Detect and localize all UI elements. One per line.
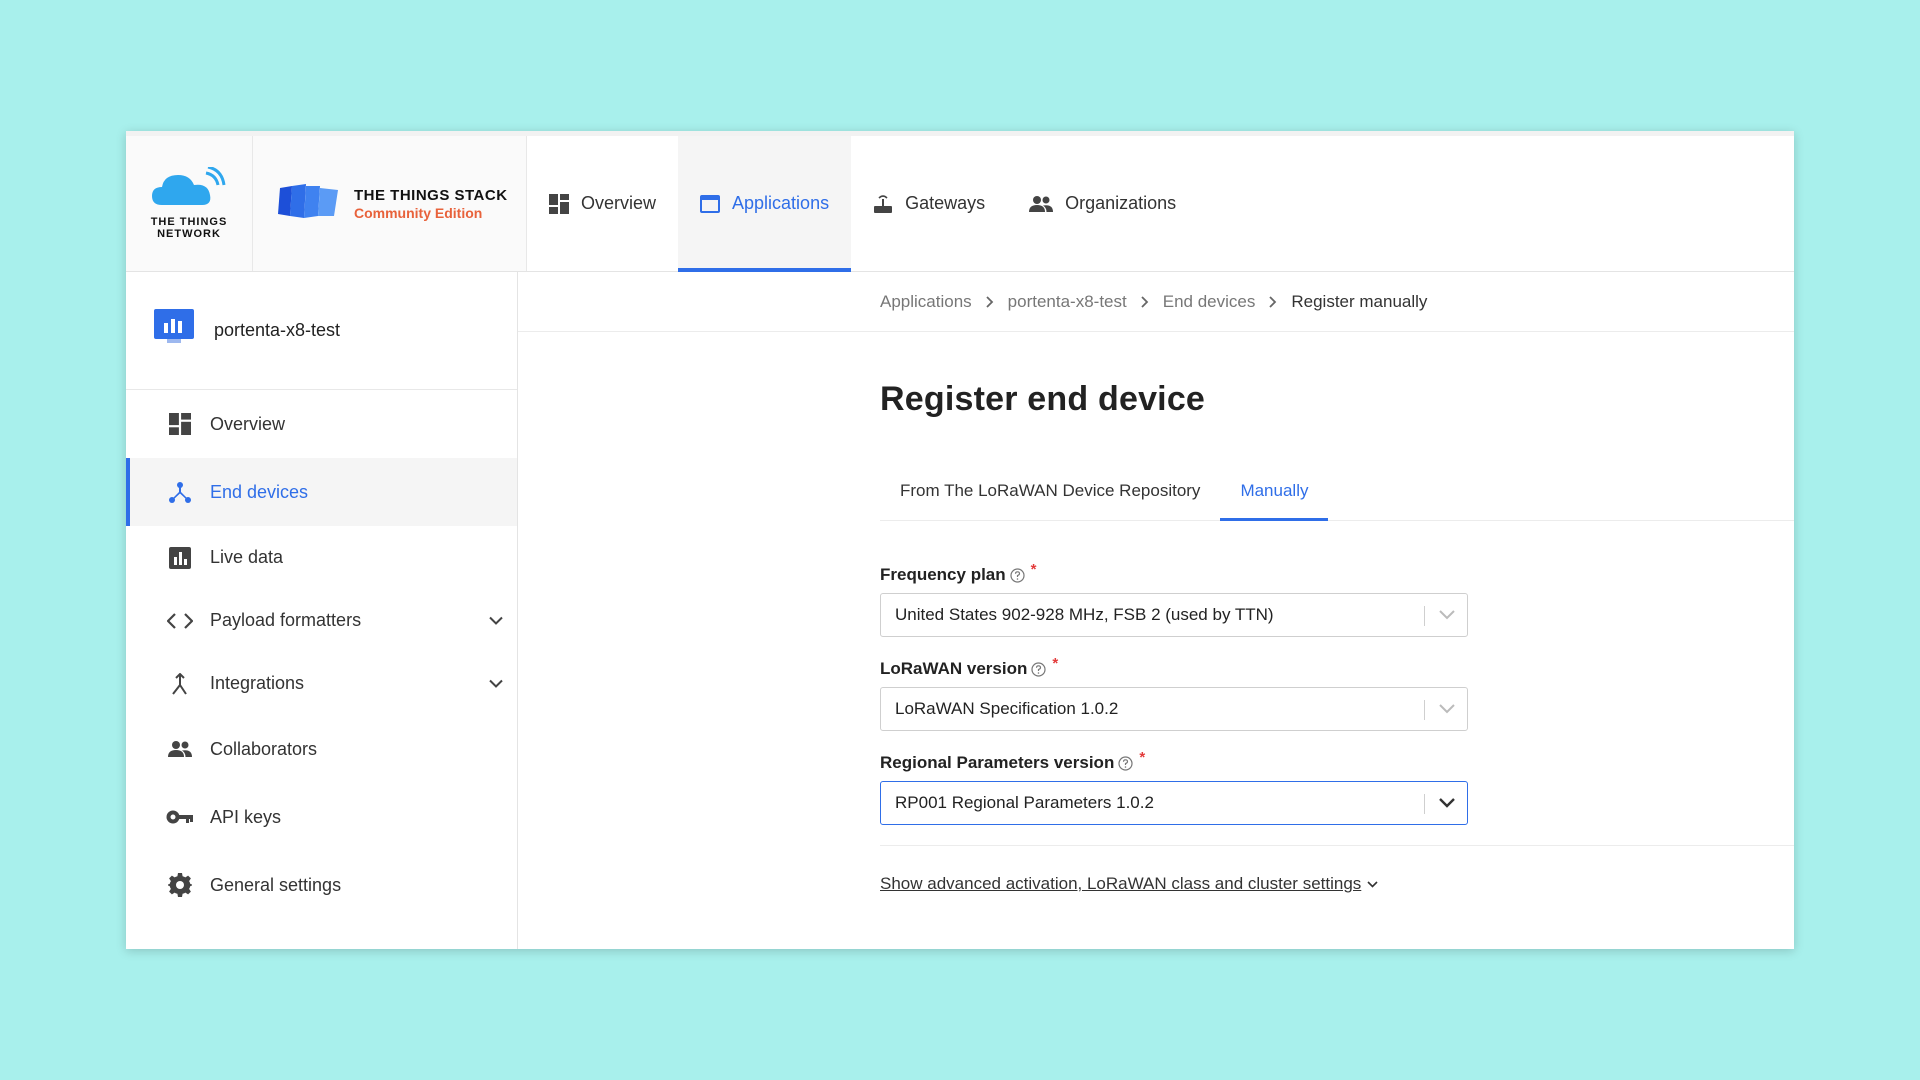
breadcrumb-end-devices[interactable]: End devices bbox=[1163, 292, 1256, 312]
topnav-organizations[interactable]: Organizations bbox=[1007, 136, 1198, 271]
sidebar-item-end-devices[interactable]: End devices bbox=[126, 458, 517, 526]
regional-parameters-select[interactable]: RP001 Regional Parameters 1.0.2 bbox=[880, 781, 1468, 825]
frequency-plan-label: Frequency plan bbox=[880, 565, 1006, 584]
sidebar-item-general-settings[interactable]: General settings bbox=[126, 851, 517, 919]
topnav-applications[interactable]: Applications bbox=[678, 136, 852, 272]
ttn-line1: THE THINGS bbox=[150, 216, 228, 228]
chevron-down-icon[interactable] bbox=[489, 616, 503, 625]
devices-icon bbox=[166, 481, 194, 503]
people-icon bbox=[166, 740, 194, 758]
sidebar-item-live-data[interactable]: Live data bbox=[126, 526, 517, 589]
code-icon bbox=[166, 612, 194, 630]
sidebar-item-api-keys[interactable]: API keys bbox=[126, 783, 517, 851]
dashboard-icon bbox=[166, 413, 194, 435]
tts-title: THE THINGS STACK bbox=[354, 186, 508, 204]
frequency-plan-select[interactable]: United States 902-928 MHz, FSB 2 (used b… bbox=[880, 593, 1468, 637]
topnav-gateways-label: Gateways bbox=[905, 193, 986, 213]
sidebar-app-header[interactable]: portenta-x8-test bbox=[126, 272, 517, 390]
advanced-settings-label: Show advanced activation, LoRaWAN class … bbox=[880, 874, 1362, 893]
topnav-overview[interactable]: Overview bbox=[527, 136, 678, 271]
tab-device-repository[interactable]: From The LoRaWAN Device Repository bbox=[880, 461, 1220, 520]
key-icon bbox=[166, 810, 194, 824]
select-separator bbox=[1424, 700, 1425, 720]
topnav-organizations-label: Organizations bbox=[1065, 193, 1177, 213]
application-icon bbox=[700, 194, 721, 213]
chevron-down-icon[interactable] bbox=[489, 679, 503, 688]
top-bar: THE THINGS NETWORK THE THINGS STACK Comm… bbox=[126, 131, 1794, 272]
tab-manually[interactable]: Manually bbox=[1220, 461, 1329, 521]
bar-chart-icon bbox=[166, 546, 194, 569]
breadcrumb: Applications portenta-x8-test End device… bbox=[518, 272, 1794, 332]
application-monitor-icon bbox=[154, 309, 194, 352]
select-separator bbox=[1424, 606, 1425, 626]
chevron-down-icon[interactable] bbox=[1439, 704, 1455, 714]
gear-icon bbox=[166, 873, 194, 897]
tts-subtitle: Community Edition bbox=[354, 204, 483, 221]
gateway-icon bbox=[873, 194, 893, 214]
register-tabs: From The LoRaWAN Device Repository Manua… bbox=[880, 461, 1794, 521]
topnav-applications-label: Applications bbox=[732, 193, 830, 213]
tts-logo[interactable]: THE THINGS STACK Community Edition bbox=[253, 136, 527, 271]
frequency-plan-value: United States 902-928 MHz, FSB 2 (used b… bbox=[895, 605, 1274, 624]
ttn-line2: NETWORK bbox=[157, 228, 221, 240]
regional-parameters-label: Regional Parameters version bbox=[880, 753, 1115, 772]
breadcrumb-register-manually: Register manually bbox=[1291, 291, 1428, 311]
chevron-down-icon[interactable] bbox=[1439, 610, 1455, 620]
cloud-logo-icon bbox=[150, 165, 228, 214]
main-content: Applications portenta-x8-test End device… bbox=[518, 272, 1794, 949]
regional-parameters-value: RP001 Regional Parameters 1.0.2 bbox=[895, 793, 1154, 812]
sidebar-item-payload-formatters[interactable]: Payload formatters bbox=[126, 589, 517, 652]
breadcrumb-applications[interactable]: Applications bbox=[880, 292, 972, 312]
sidebar-app-name: portenta-x8-test bbox=[214, 320, 341, 340]
lorawan-version-select[interactable]: LoRaWAN Specification 1.0.2 bbox=[880, 687, 1468, 731]
sidebar-item-label: Payload formatters bbox=[210, 610, 362, 630]
topnav-gateways[interactable]: Gateways bbox=[851, 136, 1007, 271]
sidebar-item-label: End devices bbox=[210, 481, 309, 502]
sidebar: portenta-x8-test Overview End devices Li… bbox=[126, 272, 518, 949]
chevron-right-icon bbox=[1141, 295, 1149, 308]
ttn-wordmark: THE THINGS NETWORK bbox=[151, 216, 228, 240]
ttn-logo[interactable]: THE THINGS NETWORK bbox=[126, 136, 253, 271]
dashboard-icon bbox=[549, 193, 569, 214]
lorawan-version-field: LoRaWAN version * LoRaWAN Specification … bbox=[880, 655, 1794, 731]
sidebar-item-label: API keys bbox=[210, 806, 282, 827]
help-icon[interactable] bbox=[1010, 567, 1025, 583]
help-icon[interactable] bbox=[1031, 661, 1046, 677]
chevron-down-icon[interactable] bbox=[1439, 798, 1455, 808]
integration-icon bbox=[166, 672, 194, 695]
sidebar-item-label: Overview bbox=[210, 413, 286, 434]
frequency-plan-field: Frequency plan * United States 902-928 M… bbox=[880, 561, 1794, 637]
top-nav: Overview Applications Gateways Organizat… bbox=[527, 136, 1198, 272]
page-title: Register end device bbox=[880, 380, 1206, 418]
chevron-right-icon bbox=[1269, 295, 1277, 308]
required-marker: * bbox=[1139, 748, 1146, 766]
lorawan-version-label: LoRaWAN version bbox=[880, 659, 1028, 678]
sidebar-item-overview[interactable]: Overview bbox=[126, 390, 517, 458]
form-divider bbox=[880, 845, 1794, 846]
advanced-settings-toggle[interactable]: Show advanced activation, LoRaWAN class … bbox=[880, 874, 1378, 894]
sidebar-item-integrations[interactable]: Integrations bbox=[126, 652, 517, 715]
select-separator bbox=[1424, 794, 1425, 814]
tts-logo-icon bbox=[278, 182, 340, 225]
lorawan-version-value: LoRaWAN Specification 1.0.2 bbox=[895, 699, 1119, 718]
breadcrumb-application[interactable]: portenta-x8-test bbox=[1008, 292, 1127, 312]
required-marker: * bbox=[1052, 654, 1059, 672]
register-form: Register end device From The LoRaWAN Dev… bbox=[518, 380, 1794, 894]
required-marker: * bbox=[1030, 560, 1037, 578]
help-icon[interactable] bbox=[1118, 755, 1133, 771]
topnav-overview-label: Overview bbox=[581, 193, 657, 213]
regional-parameters-field: Regional Parameters version * RP001 Regi… bbox=[880, 749, 1794, 825]
sidebar-item-label: Integrations bbox=[210, 673, 305, 693]
sidebar-item-label: Collaborators bbox=[210, 738, 318, 759]
sidebar-item-collaborators[interactable]: Collaborators bbox=[126, 715, 517, 783]
organization-icon bbox=[1029, 195, 1054, 213]
app-window: THE THINGS NETWORK THE THINGS STACK Comm… bbox=[126, 131, 1794, 949]
chevron-right-icon bbox=[986, 295, 994, 308]
sidebar-item-label: Live data bbox=[210, 547, 284, 567]
chevron-down-icon bbox=[1367, 880, 1378, 888]
sidebar-item-label: General settings bbox=[210, 874, 342, 895]
